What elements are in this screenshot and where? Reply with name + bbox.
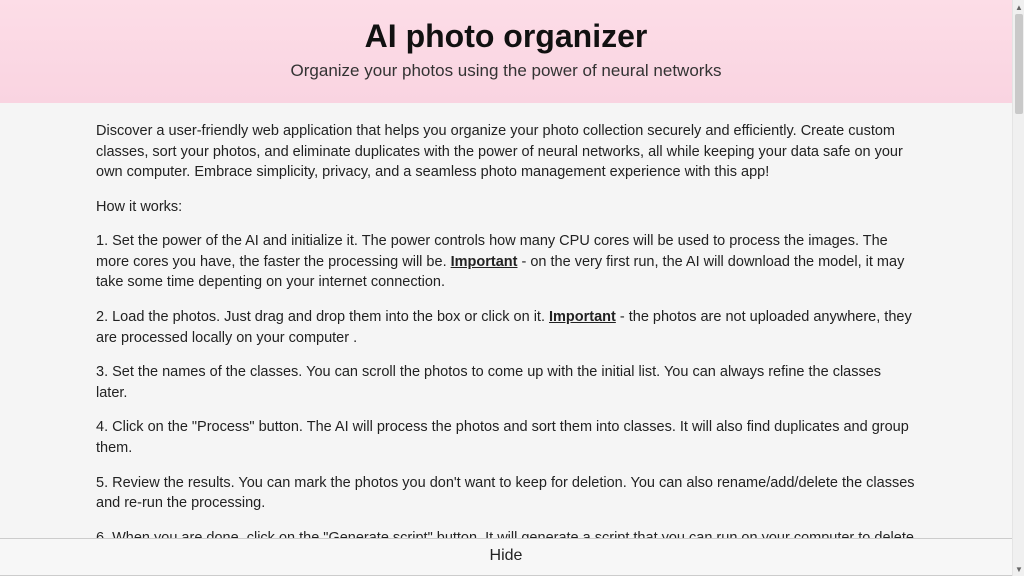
scroll-down-icon[interactable]: ▼ xyxy=(1013,562,1024,576)
step-1: 1. Set the power of the AI and initializ… xyxy=(96,231,916,293)
intro-paragraph: Discover a user-friendly web application… xyxy=(96,121,916,183)
important-label: Important xyxy=(549,309,616,325)
instructions-section: Discover a user-friendly web application… xyxy=(76,103,936,576)
page-subtitle: Organize your photos using the power of … xyxy=(0,61,1012,81)
page-title: AI photo organizer xyxy=(0,18,1012,55)
scrollbar-thumb[interactable] xyxy=(1015,14,1023,114)
important-label: Important xyxy=(451,254,518,270)
vertical-scrollbar[interactable]: ▲ ▼ xyxy=(1012,0,1024,576)
hide-button[interactable]: Hide xyxy=(0,538,1012,576)
scroll-up-icon[interactable]: ▲ xyxy=(1013,0,1024,14)
step-2-text-a: 2. Load the photos. Just drag and drop t… xyxy=(96,309,549,325)
hero-banner: AI photo organizer Organize your photos … xyxy=(0,0,1012,103)
step-4: 4. Click on the "Process" button. The AI… xyxy=(96,417,916,458)
step-5: 5. Review the results. You can mark the … xyxy=(96,473,916,514)
how-it-works-label: How it works: xyxy=(96,197,916,218)
step-2: 2. Load the photos. Just drag and drop t… xyxy=(96,307,916,348)
step-3: 3. Set the names of the classes. You can… xyxy=(96,362,916,403)
